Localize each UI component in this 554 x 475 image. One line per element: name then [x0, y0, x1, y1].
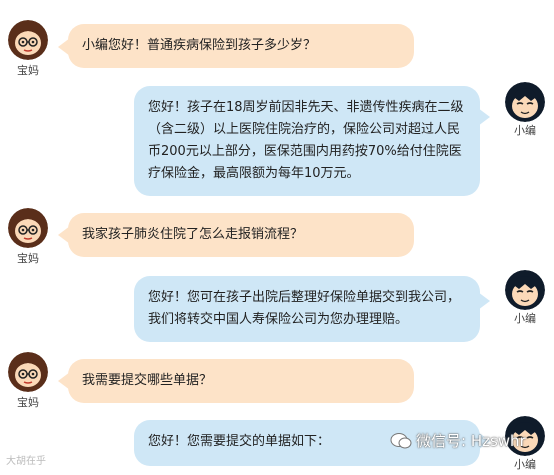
message-bubble: 我家孩子肺炎住院了怎么走报销流程？ [68, 213, 414, 257]
corner-logo: 大胡在乎 [6, 456, 46, 467]
girl-face-icon [8, 208, 48, 248]
boy-face-icon [505, 82, 545, 122]
message-bubble: 您好！您可在孩子出院后整理好保险单据交到我公司，我们将转交中国人寿保险公司为您办… [134, 276, 480, 342]
sender-name: 宝妈 [17, 396, 39, 409]
sender-name: 宝妈 [17, 64, 39, 77]
message-bubble: 您好！孩子在18周岁前因非先天、非遗传性疾病在二级（含二级）以上医院住院治疗的，… [134, 86, 480, 196]
sender-name: 小编 [514, 124, 536, 137]
message-bubble: 小编您好！普通疾病保险到孩子多少岁？ [68, 24, 414, 68]
mom-avatar [8, 20, 48, 60]
girl-face-icon [8, 352, 48, 392]
sender-name: 小编 [514, 312, 536, 325]
mom-avatar [8, 208, 48, 248]
sender-name: 宝妈 [17, 252, 39, 265]
boy-face-icon [505, 270, 545, 310]
editor-avatar [505, 82, 545, 122]
sender-name: 小编 [514, 458, 536, 471]
wechat-icon [390, 432, 412, 454]
editor-avatar [505, 270, 545, 310]
wechat-watermark: 微信号: Hzswhr [416, 432, 526, 450]
message-bubble: 我需要提交哪些单据？ [68, 359, 414, 403]
girl-face-icon [8, 20, 48, 60]
mom-avatar [8, 352, 48, 392]
